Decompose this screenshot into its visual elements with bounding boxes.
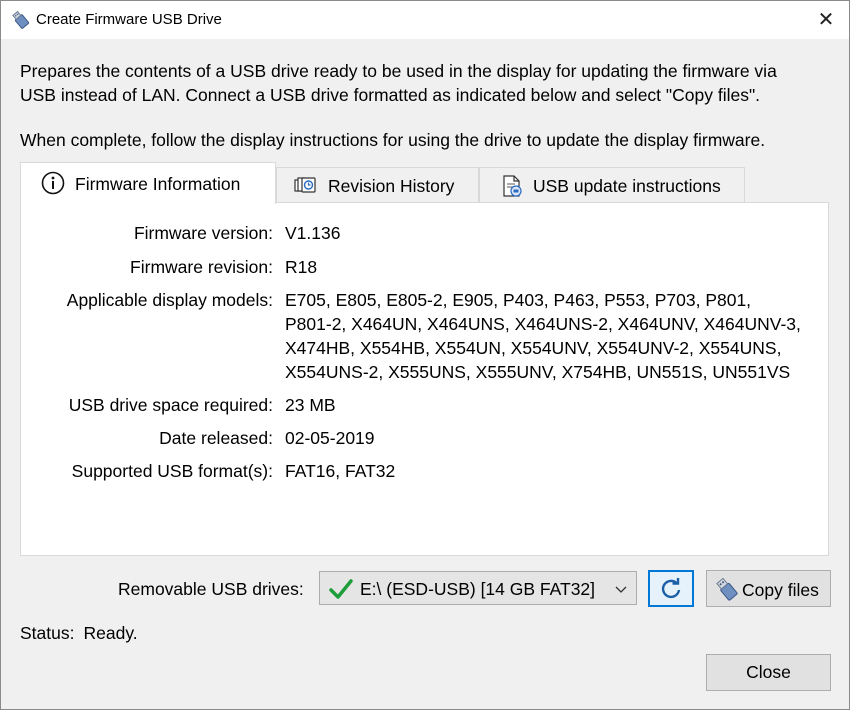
usb-format-label: Supported USB format(s): [71,461,273,481]
firmware-version-value: V1.136 [285,223,341,243]
info-icon [41,171,65,195]
refresh-icon [661,578,681,599]
intro-line-1: Prepares the contents of a USB drive rea… [20,61,777,81]
models-line-4: X554UNS-2, X555UNS, X555UNV, X754HB, UN5… [285,362,791,382]
status-label: Status: [20,623,75,643]
revision-history-icon [294,177,316,193]
usb-format-value: FAT16, FAT32 [285,461,396,481]
firmware-revision-label: Firmware revision: [130,257,273,277]
checkmark-icon [329,579,353,599]
tab-revision-history[interactable]: Revision History [276,167,479,203]
usb-space-value: 23 MB [285,395,336,415]
intro-line-2: USB instead of LAN. Connect a USB drive … [20,85,761,105]
tab-firmware-information[interactable]: Firmware Information [20,162,276,204]
chevron-down-icon[interactable] [614,579,628,599]
intro-line-3: When complete, follow the display instru… [20,130,766,150]
usb-drive-select[interactable]: E:\ (ESD-USB) [14 GB FAT32] [319,571,637,605]
refresh-drives-button[interactable] [648,570,694,607]
firmware-version-label: Firmware version: [133,223,273,243]
close-button[interactable]: Close [706,654,831,691]
tab-label: Revision History [328,176,455,196]
models-line-1: E705, E805, E805-2, E905, P403, P463, P5… [285,290,752,310]
removable-usb-drives-label: Removable USB drives: [118,579,304,599]
tab-label: Firmware Information [75,174,241,194]
copy-files-label: Copy files [742,580,819,600]
usb-drive-icon [12,10,30,29]
title-bar[interactable]: Create Firmware USB Drive ✕ [1,1,849,39]
status-line: Status: Ready. [20,621,138,645]
status-value: Ready. [83,623,138,643]
dialog-window: Create Firmware USB Drive ✕ Prepares the… [0,0,850,710]
date-released-label: Date released: [159,428,273,448]
usb-drive-icon [716,577,738,601]
date-released-value: 02-05-2019 [285,428,375,448]
firmware-information-panel: Firmware version: V1.136 Firmware revisi… [20,202,829,556]
window-title: Create Firmware USB Drive [36,11,222,28]
usb-space-label: USB drive space required: [68,395,273,415]
models-line-2: P801-2, X464UN, X464UNS, X464UNS-2, X464… [285,314,801,334]
tab-usb-update-instructions[interactable]: USB update instructions [479,167,745,203]
selected-drive-text: E:\ (ESD-USB) [14 GB FAT32] [360,579,596,599]
copy-files-button[interactable]: Copy files [706,570,831,607]
applicable-models-list: E705, E805, E805-2, E905, P403, P463, P5… [285,288,825,384]
document-icon [503,175,522,197]
firmware-revision-value: R18 [285,257,318,277]
tab-label: USB update instructions [533,176,721,196]
applicable-models-label: Applicable display models: [66,290,273,310]
intro-text: Prepares the contents of a USB drive rea… [20,59,835,107]
close-window-icon[interactable]: ✕ [813,7,839,33]
models-line-3: X474HB, X554HB, X554UN, X554UNV, X554UNV… [285,338,782,358]
